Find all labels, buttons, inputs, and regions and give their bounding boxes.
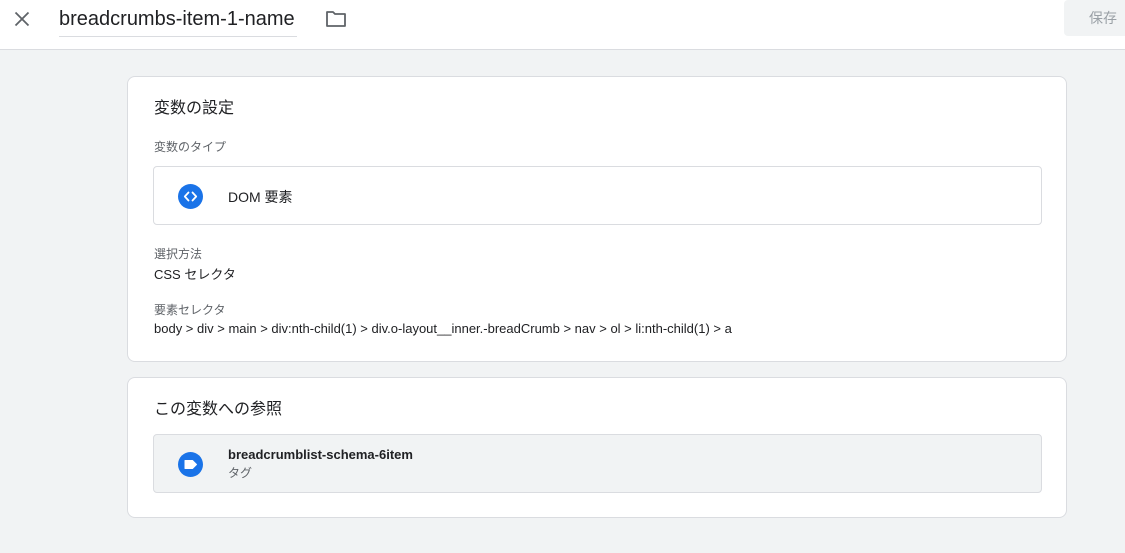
- selection-method-value: CSS セレクタ: [154, 267, 236, 282]
- variable-references-card: この変数への参照 breadcrumblist-schema-6item タグ: [127, 377, 1067, 518]
- element-selector-label: 要素セレクタ: [154, 303, 226, 317]
- references-card-title: この変数への参照: [154, 401, 283, 418]
- save-button[interactable]: 保存: [1064, 0, 1125, 36]
- tag-icon: [178, 452, 203, 477]
- folder-button[interactable]: [325, 9, 347, 29]
- reference-item-name: breadcrumblist-schema-6item: [228, 447, 413, 462]
- variable-name-field[interactable]: breadcrumbs-item-1-name: [59, 6, 297, 37]
- selection-method-label: 選択方法: [154, 247, 203, 261]
- close-icon: [14, 11, 30, 27]
- element-selector-value: body > div > main > div:nth-child(1) > d…: [154, 321, 732, 336]
- close-button[interactable]: [10, 7, 34, 31]
- variable-type-name: DOM 要素: [228, 189, 293, 205]
- reference-item[interactable]: breadcrumblist-schema-6item タグ: [153, 434, 1042, 493]
- top-bar: breadcrumbs-item-1-name 保存: [0, 0, 1125, 50]
- code-brackets-icon: [178, 184, 203, 209]
- variable-type-selector[interactable]: DOM 要素: [153, 166, 1042, 225]
- variable-config-card: 変数の設定 変数のタイプ DOM 要素 選択方法 CSS セレクタ 要素セレクタ…: [127, 76, 1067, 362]
- variable-name-text: breadcrumbs-item-1-name: [59, 8, 295, 30]
- reference-item-type: タグ: [228, 466, 253, 480]
- folder-icon: [326, 11, 346, 27]
- config-card-title: 変数の設定: [154, 100, 235, 117]
- variable-type-label: 変数のタイプ: [154, 140, 227, 154]
